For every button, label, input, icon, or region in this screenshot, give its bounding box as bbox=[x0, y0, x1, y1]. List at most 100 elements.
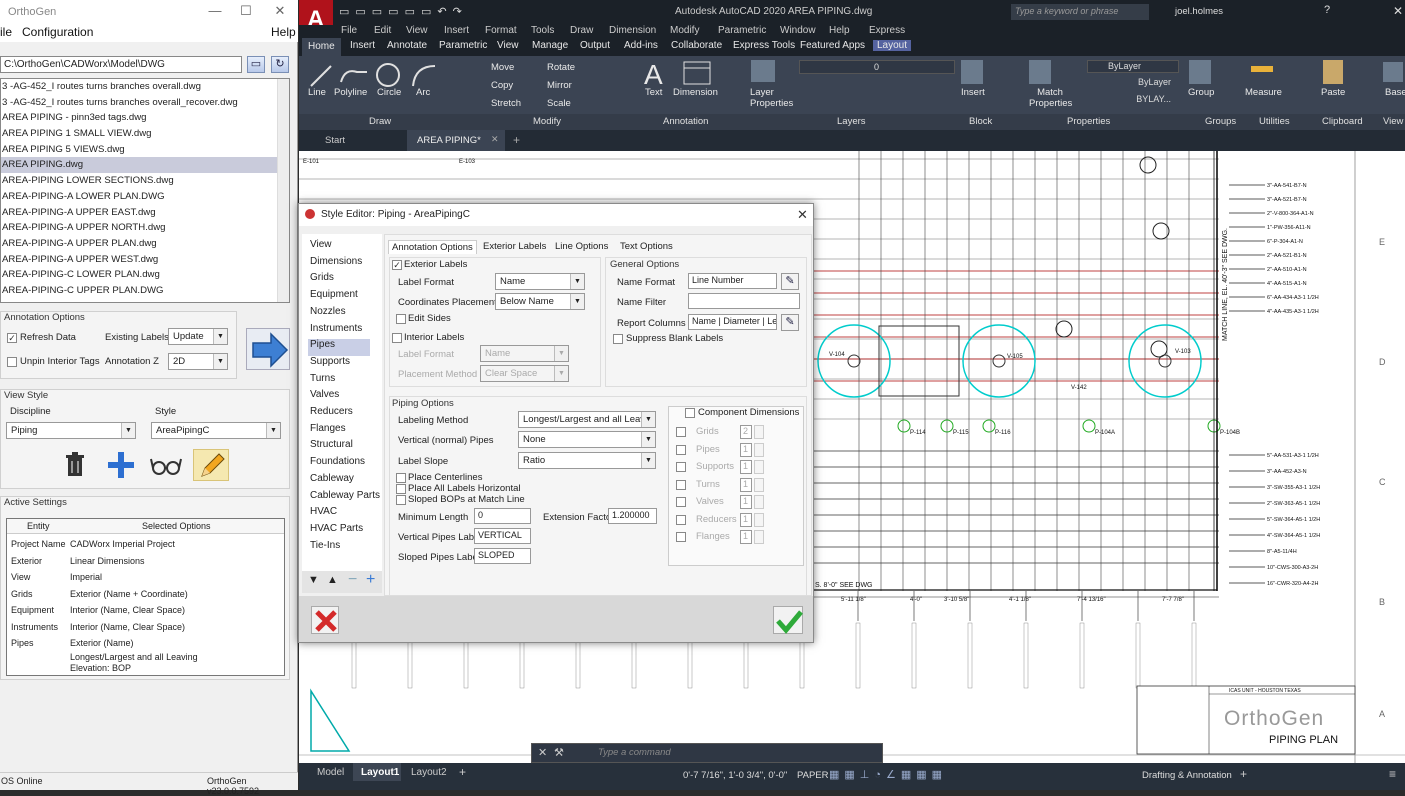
tab-exterior-labels[interactable]: Exterior Labels bbox=[480, 240, 549, 254]
menu-item[interactable]: Parametric bbox=[718, 25, 766, 36]
annotation-tool-icons[interactable]: A bbox=[642, 58, 742, 88]
tool-mirror[interactable]: Mirror bbox=[547, 80, 572, 91]
min-length-field[interactable]: 0 bbox=[474, 508, 531, 524]
ribbon-tab[interactable]: Annotate bbox=[387, 40, 427, 51]
ribbon-tab[interactable]: Parametric bbox=[439, 40, 487, 51]
menu-file[interactable]: ile bbox=[0, 25, 12, 39]
command-input[interactable]: Type a command bbox=[598, 747, 671, 758]
labeling-method-select[interactable]: Longest/Largest and all Leaving ▼ bbox=[518, 411, 656, 428]
ok-button[interactable] bbox=[773, 606, 803, 634]
group-icon[interactable] bbox=[1189, 60, 1211, 84]
coord-placement-select[interactable]: Below Name ▼ bbox=[495, 293, 585, 310]
spinner-icon[interactable] bbox=[754, 425, 764, 439]
ribbon-panel-label[interactable]: Block bbox=[969, 116, 992, 127]
tool-group[interactable]: Group bbox=[1188, 87, 1214, 98]
ribbon-panel-label[interactable]: Clipboard bbox=[1322, 116, 1363, 127]
match-properties-icon[interactable] bbox=[1029, 60, 1051, 84]
placement-method-select[interactable]: Clear Space ▼ bbox=[480, 365, 569, 382]
lineweight-select[interactable]: BYLAY... bbox=[1087, 94, 1179, 107]
menu-item[interactable]: Modify bbox=[670, 25, 699, 36]
delete-style-button[interactable] bbox=[57, 449, 93, 481]
label-slope-select[interactable]: Ratio ▼ bbox=[518, 452, 656, 469]
component-value[interactable]: 1 bbox=[740, 495, 752, 509]
measure-icon[interactable] bbox=[1251, 66, 1273, 72]
spinner-icon[interactable] bbox=[754, 530, 764, 544]
component-value[interactable]: 1 bbox=[740, 512, 752, 527]
new-tab-icon[interactable]: + bbox=[513, 133, 520, 147]
workspace-select[interactable]: Drafting & Annotation bbox=[1142, 770, 1232, 781]
plus-icon[interactable]: + bbox=[1240, 767, 1247, 781]
view-style-button[interactable] bbox=[148, 449, 184, 481]
base-icon[interactable] bbox=[1383, 62, 1403, 82]
sidebar-item-equipment[interactable]: Equipment bbox=[310, 289, 358, 306]
list-item[interactable]: AREA-PIPING-A UPPER WEST.dwg bbox=[1, 252, 289, 268]
ribbon-panel-label[interactable]: Properties bbox=[1067, 116, 1110, 127]
list-item[interactable]: AREA PIPING.dwg bbox=[1, 157, 289, 174]
menu-item[interactable]: Tools bbox=[531, 25, 554, 36]
edit-style-button[interactable] bbox=[193, 449, 229, 481]
component-checkbox[interactable] bbox=[676, 514, 686, 525]
insert-icon[interactable] bbox=[961, 60, 983, 84]
ribbon-tab[interactable]: Layout bbox=[873, 40, 912, 51]
discipline-select[interactable]: Piping ▼ bbox=[6, 422, 136, 439]
tool-polyline[interactable]: Polyline bbox=[334, 87, 367, 98]
ribbon-tab[interactable]: Insert bbox=[350, 40, 375, 51]
search-input[interactable]: Type a keyword or phrase bbox=[1011, 4, 1149, 20]
ribbon-panel-label[interactable]: Modify bbox=[533, 116, 561, 127]
ribbon-tab[interactable]: Home bbox=[302, 38, 341, 56]
sidebar-item-turns[interactable]: Turns bbox=[310, 373, 335, 390]
annotation-z-select[interactable]: 2D ▼ bbox=[168, 353, 228, 370]
component-value[interactable]: 1 bbox=[740, 442, 752, 457]
folder-path-input[interactable]: C:\OrthoGen\CADWorx\Model\DWG bbox=[0, 56, 242, 73]
style-select[interactable]: AreaPipingC ▼ bbox=[151, 422, 281, 439]
file-list[interactable]: 3 -AG-452_I routes turns branches overal… bbox=[0, 78, 290, 303]
tool-measure[interactable]: Measure bbox=[1245, 87, 1282, 98]
status-toggle-icons[interactable]: ▦▦⊥◔∠▦▦▦ bbox=[829, 768, 1129, 782]
interior-labels-checkbox[interactable] bbox=[392, 333, 402, 343]
sloped-bops-checkbox[interactable] bbox=[396, 495, 406, 505]
int-label-format-select[interactable]: Name ▼ bbox=[480, 345, 569, 362]
ribbon-panel-label[interactable]: View bbox=[1383, 116, 1403, 127]
menu-item[interactable]: Window bbox=[780, 25, 816, 36]
menu-item[interactable]: Edit bbox=[374, 25, 391, 36]
menu-item[interactable]: View bbox=[406, 25, 428, 36]
tab-area-piping[interactable]: AREA PIPING* ✕ bbox=[407, 130, 505, 151]
menu-help[interactable]: Help bbox=[271, 25, 296, 39]
sidebar-item-flanges[interactable]: Flanges bbox=[310, 423, 346, 440]
list-item[interactable]: AREA-PIPING-A UPPER NORTH.dwg bbox=[1, 220, 289, 236]
name-filter-field[interactable] bbox=[688, 293, 800, 309]
linetype-select[interactable]: ByLayer bbox=[1087, 77, 1179, 90]
list-item[interactable]: AREA-PIPING-A LOWER PLAN.DWG bbox=[1, 189, 289, 205]
ext-factor-field[interactable]: 1.200000 bbox=[608, 508, 657, 524]
list-item[interactable]: 3 -AG-452_I routes turns branches overal… bbox=[1, 79, 289, 95]
sidebar-item-dimensions[interactable]: Dimensions bbox=[310, 256, 362, 273]
user-name[interactable]: joel.holmes bbox=[1175, 6, 1223, 17]
close-button[interactable]: ✕ bbox=[270, 3, 290, 21]
list-item[interactable]: 3 -AG-452_I routes turns branches overal… bbox=[1, 95, 289, 111]
ribbon-tab[interactable]: Featured Apps bbox=[800, 40, 865, 51]
component-checkbox[interactable] bbox=[676, 462, 686, 472]
tool-insert[interactable]: Insert bbox=[961, 87, 985, 98]
move-down-button[interactable]: ▼ bbox=[308, 574, 319, 586]
sidebar-item-hvac-parts[interactable]: HVAC Parts bbox=[310, 523, 363, 540]
sidebar-item-hvac[interactable]: HVAC bbox=[310, 506, 337, 523]
component-checkbox[interactable] bbox=[676, 532, 686, 542]
list-item[interactable]: AREA-PIPING-C UPPER PLAN.DWG bbox=[1, 283, 289, 299]
component-checkbox[interactable] bbox=[676, 427, 686, 437]
sidebar-item-pipes[interactable]: Pipes bbox=[308, 339, 370, 356]
tool-match-properties[interactable]: Match Properties bbox=[1029, 87, 1072, 109]
tool-text[interactable]: Text bbox=[645, 87, 662, 98]
name-format-edit-button[interactable]: ✎ bbox=[781, 273, 799, 290]
sloped-pipes-label-field[interactable]: SLOPED bbox=[474, 548, 531, 564]
tool-stretch[interactable]: Stretch bbox=[491, 98, 521, 109]
ribbon-panel-label[interactable]: Groups bbox=[1205, 116, 1236, 127]
component-checkbox[interactable] bbox=[676, 444, 686, 455]
tool-circle[interactable]: Circle bbox=[377, 87, 401, 98]
menu-item[interactable]: Help bbox=[829, 25, 850, 36]
report-columns-field[interactable]: Name | Diameter | Ler bbox=[688, 314, 777, 330]
tool-layer-properties[interactable]: Layer Properties bbox=[750, 87, 793, 109]
tool-dimension[interactable]: Dimension bbox=[673, 87, 718, 98]
move-up-button[interactable]: ▲ bbox=[327, 574, 338, 586]
tool-copy[interactable]: Copy bbox=[491, 80, 513, 91]
list-item[interactable]: AREA PIPING 1 SMALL VIEW.dwg bbox=[1, 126, 289, 142]
